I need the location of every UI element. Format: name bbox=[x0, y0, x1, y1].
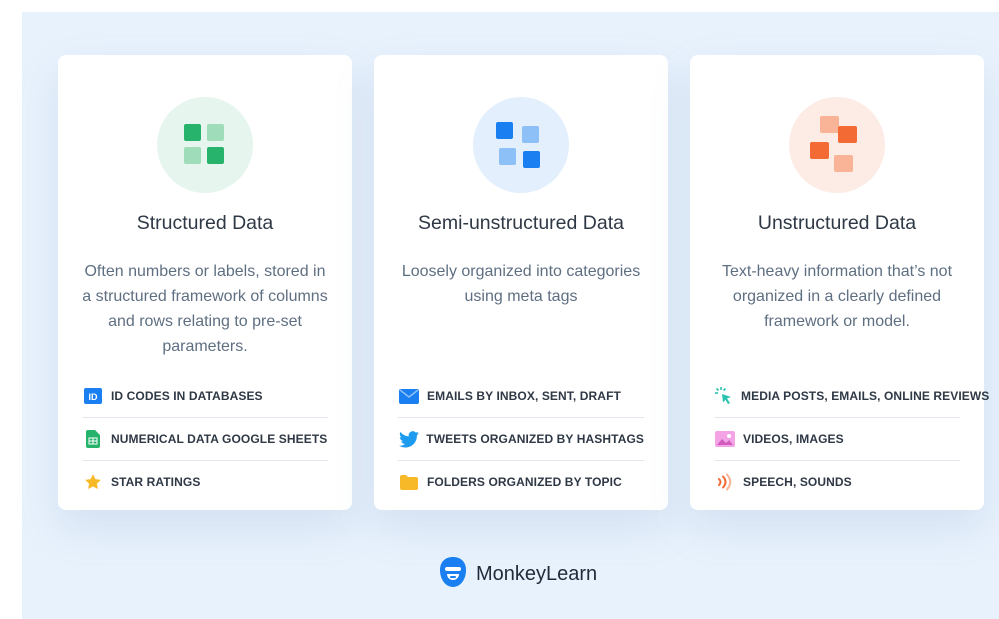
list-item: TWEETS ORGANIZED BY HASHTAGS bbox=[398, 417, 644, 460]
card-description: Text-heavy information that’s not organi… bbox=[721, 263, 953, 330]
list-item-label: SPEECH, SOUNDS bbox=[743, 475, 852, 489]
list-item-label: VIDEOS, IMAGES bbox=[743, 432, 844, 446]
twitter-bird-icon bbox=[398, 428, 419, 450]
list-item-label: TWEETS ORGANIZED BY HASHTAGS bbox=[426, 432, 644, 446]
list-item: VIDEOS, IMAGES bbox=[714, 417, 960, 460]
monkeylearn-logo-icon bbox=[438, 556, 468, 593]
image-icon bbox=[714, 428, 736, 450]
list-item: FOLDERS ORGANIZED BY TOPIC bbox=[398, 460, 644, 503]
sound-waves-icon bbox=[714, 471, 736, 493]
google-sheets-icon bbox=[82, 428, 104, 450]
card-title: Unstructured Data bbox=[757, 212, 917, 234]
list-item-label: MEDIA POSTS, EMAILS, ONLINE REVIEWS bbox=[741, 389, 990, 403]
list-item: EMAILS BY INBOX, SENT, DRAFT bbox=[398, 375, 644, 417]
list-item: NUMERICAL DATA GOOGLE SHEETS bbox=[82, 417, 328, 460]
example-list: ID ID CODES IN DATABASES NUMERICAL DATA … bbox=[82, 375, 328, 503]
structured-data-card: Structured Data Often numbers or labels,… bbox=[58, 55, 352, 510]
list-item: MEDIA POSTS, EMAILS, ONLINE REVIEWS bbox=[714, 375, 989, 417]
svg-text:ID: ID bbox=[89, 392, 99, 402]
click-cursor-icon bbox=[714, 385, 734, 407]
card-description: Often numbers or labels, stored in a str… bbox=[82, 263, 328, 355]
example-list: EMAILS BY INBOX, SENT, DRAFT TWEETS ORGA… bbox=[398, 375, 644, 503]
list-item-label: FOLDERS ORGANIZED BY TOPIC bbox=[427, 475, 622, 489]
folder-icon bbox=[398, 471, 420, 493]
example-list: MEDIA POSTS, EMAILS, ONLINE REVIEWS VIDE… bbox=[714, 375, 989, 503]
list-item-label: ID CODES IN DATABASES bbox=[111, 389, 263, 403]
semi-unstructured-data-card: Semi-unstructured Data Loosely organized… bbox=[374, 55, 668, 510]
green-squares-icon bbox=[157, 97, 253, 193]
list-item: SPEECH, SOUNDS bbox=[714, 460, 960, 503]
unstructured-data-card: Unstructured Data Text-heavy information… bbox=[690, 55, 989, 510]
brand: MonkeyLearn bbox=[438, 556, 598, 593]
card-title: Structured Data bbox=[136, 212, 274, 234]
star-icon bbox=[82, 471, 104, 493]
brand-name: MonkeyLearn bbox=[476, 562, 598, 585]
list-item: STAR RATINGS bbox=[82, 460, 328, 503]
list-item-label: STAR RATINGS bbox=[111, 475, 201, 489]
list-item: ID ID CODES IN DATABASES bbox=[82, 375, 328, 417]
list-item-label: NUMERICAL DATA GOOGLE SHEETS bbox=[111, 432, 328, 446]
blue-squares-icon bbox=[473, 97, 569, 193]
orange-squares-icon bbox=[789, 97, 885, 193]
list-item-label: EMAILS BY INBOX, SENT, DRAFT bbox=[427, 389, 621, 403]
id-badge-icon: ID bbox=[82, 385, 104, 407]
envelope-icon bbox=[398, 385, 420, 407]
card-description: Loosely organized into categories using … bbox=[401, 263, 641, 305]
card-title: Semi-unstructured Data bbox=[418, 212, 624, 234]
